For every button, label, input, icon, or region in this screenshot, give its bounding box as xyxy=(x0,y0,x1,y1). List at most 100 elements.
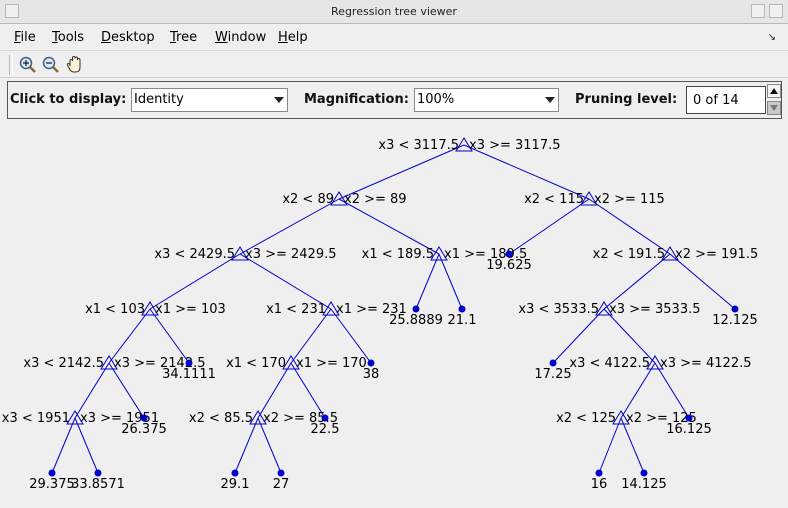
zoom-out-icon[interactable] xyxy=(40,54,62,76)
split-label-left: x2 < 191.5 xyxy=(593,247,665,262)
split-label-right: x3 >= 4122.5 xyxy=(660,356,752,371)
split-label-right: x2 >= 191.5 xyxy=(675,247,758,262)
leaf-node-l12[interactable] xyxy=(94,469,102,477)
tree-edge xyxy=(508,198,590,255)
pruning-spinner[interactable] xyxy=(767,84,781,116)
leaf-value-label: 14.125 xyxy=(621,477,667,492)
tree-edge xyxy=(257,362,292,419)
menu-desktop[interactable]: Desktop xyxy=(101,30,155,45)
leaf-node-l8[interactable] xyxy=(140,414,148,422)
title-bar: Regression tree viewer xyxy=(0,0,788,24)
tree-edge xyxy=(669,253,736,310)
tree-edge xyxy=(654,362,690,419)
leaf-value-label: 38 xyxy=(363,367,380,382)
leaf-node-l3[interactable] xyxy=(458,305,466,313)
leaf-node-l7[interactable] xyxy=(549,359,557,367)
tree-edge xyxy=(598,417,622,474)
tree-edge xyxy=(603,253,671,310)
split-label-left: x3 < 4122.5 xyxy=(569,356,650,371)
regression-tree[interactable]: x3 < 3117.5 x3 >= 3117.5 x2 < 89 x2 >= 89 x2… xyxy=(0,122,788,508)
menu-tree[interactable]: Tree xyxy=(170,30,197,45)
tree-edge xyxy=(290,308,332,364)
tree-edge xyxy=(149,253,241,310)
tree-edge xyxy=(290,362,326,419)
split-label-left: x3 < 1951 xyxy=(2,411,70,426)
split-label-left: x3 < 2429.5 xyxy=(154,247,235,262)
leaf-node-l4[interactable] xyxy=(731,305,739,313)
leaf-node-l11[interactable] xyxy=(48,469,56,477)
window-menu-button[interactable] xyxy=(5,4,19,18)
magnification-select-value: 100% xyxy=(417,92,455,107)
leaf-node-l10[interactable] xyxy=(685,414,693,422)
toolbar-grip xyxy=(9,55,13,75)
menu-help[interactable]: Help xyxy=(278,30,308,45)
leaf-value-label: 25.8889 xyxy=(389,313,443,328)
split-label-right: x1 >= 170 xyxy=(296,356,367,371)
leaf-node-l2[interactable] xyxy=(412,305,420,313)
tree-canvas[interactable]: x3 < 3117.5 x3 >= 3117.5 x2 < 89 x2 >= 89 x2… xyxy=(0,122,788,508)
tree-edge xyxy=(108,308,151,364)
tree-edge xyxy=(74,417,99,474)
split-label-right: x3 >= 2429.5 xyxy=(245,247,337,262)
tree-edge xyxy=(234,417,259,474)
split-label-right: x2 >= 115 xyxy=(594,192,665,207)
spinner-up-icon[interactable] xyxy=(767,84,781,98)
leaf-node-l14[interactable] xyxy=(277,469,285,477)
leaf-node-l9[interactable] xyxy=(321,414,329,422)
tree-edge xyxy=(338,144,465,200)
menu-bar: File Tools Desktop Tree Window Help ↘ xyxy=(0,25,788,49)
toolbar xyxy=(0,50,788,78)
split-label-left: x2 < 115 xyxy=(524,192,584,207)
window-title: Regression tree viewer xyxy=(331,5,457,18)
leaf-node-l15[interactable] xyxy=(595,469,603,477)
tree-edge xyxy=(603,308,656,364)
maximize-button[interactable] xyxy=(769,4,783,18)
leaf-value-label: 27 xyxy=(273,477,290,492)
tree-edge xyxy=(257,417,282,474)
leaf-value-label: 22.5 xyxy=(311,422,340,437)
spinner-down-icon[interactable] xyxy=(767,101,781,115)
split-label-left: x2 < 85.5 xyxy=(189,411,253,426)
leaf-node-l5[interactable] xyxy=(185,359,193,367)
minimize-button[interactable] xyxy=(751,4,765,18)
pan-icon[interactable] xyxy=(64,54,86,76)
magnification-select[interactable]: 100% xyxy=(414,88,559,112)
tree-edge xyxy=(338,198,440,255)
pruning-level-field[interactable]: 0 of 14 xyxy=(686,86,766,114)
tree-edge xyxy=(463,144,590,200)
split-label-right: x3 >= 3117.5 xyxy=(469,138,561,153)
leaf-value-label: 26.375 xyxy=(121,422,167,437)
tree-edge xyxy=(239,253,332,310)
magnification-label: Magnification: xyxy=(304,92,409,107)
menu-window[interactable]: Window xyxy=(215,30,266,45)
split-label-left: x1 < 231 xyxy=(266,302,326,317)
split-label-right: x3 >= 3533.5 xyxy=(609,302,701,317)
leaf-value-label: 34.1111 xyxy=(162,367,216,382)
split-label-left: x1 < 103 xyxy=(85,302,145,317)
leaf-value-label: 29.375 xyxy=(29,477,75,492)
split-label-left: x1 < 170 xyxy=(226,356,286,371)
dock-arrow-icon[interactable]: ↘ xyxy=(768,32,776,43)
chevron-down-icon xyxy=(545,97,555,103)
leaf-value-label: 33.8571 xyxy=(71,477,125,492)
tree-edge xyxy=(51,417,76,474)
menu-tools[interactable]: Tools xyxy=(52,30,84,45)
tree-edge xyxy=(552,308,605,364)
leaf-node-l13[interactable] xyxy=(231,469,239,477)
leaf-node-l1[interactable] xyxy=(505,250,513,258)
menu-file[interactable]: File xyxy=(14,30,36,45)
tree-edge xyxy=(620,417,645,474)
leaf-node-l6[interactable] xyxy=(367,359,375,367)
zoom-in-icon[interactable] xyxy=(17,54,39,76)
leaf-value-label: 16 xyxy=(591,477,608,492)
tree-edge xyxy=(108,362,145,419)
tree-edge xyxy=(239,198,340,255)
leaf-value-label: 16.125 xyxy=(666,422,712,437)
tree-edge xyxy=(438,253,463,310)
control-panel: Click to display: Identity Magnification… xyxy=(7,81,782,119)
leaf-node-l16[interactable] xyxy=(640,469,648,477)
split-label-right: x2 >= 89 xyxy=(344,192,407,207)
leaf-value-label: 17.25 xyxy=(534,367,571,382)
split-label-left: x3 < 3533.5 xyxy=(518,302,599,317)
display-select[interactable]: Identity xyxy=(131,88,288,112)
